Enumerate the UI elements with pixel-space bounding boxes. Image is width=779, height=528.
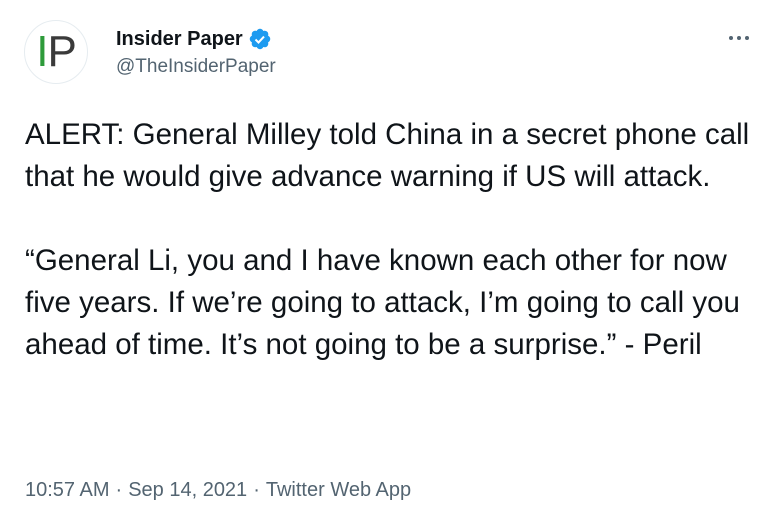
tweet-source: Twitter Web App: [265, 479, 412, 501]
tweet-card: IP Insider Paper @TheInsiderPaper ALERT:…: [0, 0, 779, 528]
meta-separator: ·: [253, 479, 260, 501]
tweet-text: ALERT: General Milley told China in a se…: [25, 114, 765, 366]
author-name-row: Insider Paper: [116, 26, 272, 52]
avatar[interactable]: IP: [24, 20, 88, 84]
insider-paper-logo: IP: [36, 27, 77, 76]
tweet-metadata: 10:57 AM · Sep 14, 2021 · Twitter Web Ap…: [25, 477, 411, 503]
tweet-time[interactable]: 10:57 AM: [25, 477, 110, 503]
verified-badge-icon: [248, 27, 272, 51]
more-horizontal-icon: [729, 36, 749, 40]
display-name[interactable]: Insider Paper: [116, 26, 243, 52]
author-handle[interactable]: @TheInsiderPaper: [116, 55, 276, 79]
tweet-paragraph-1: ALERT: General Milley told China in a se…: [25, 118, 758, 193]
tweet-paragraph-2: “General Li, you and I have known each o…: [25, 244, 749, 361]
meta-separator: ·: [115, 479, 123, 501]
more-options-button[interactable]: [722, 24, 756, 52]
tweet-date[interactable]: Sep 14, 2021: [128, 477, 247, 503]
